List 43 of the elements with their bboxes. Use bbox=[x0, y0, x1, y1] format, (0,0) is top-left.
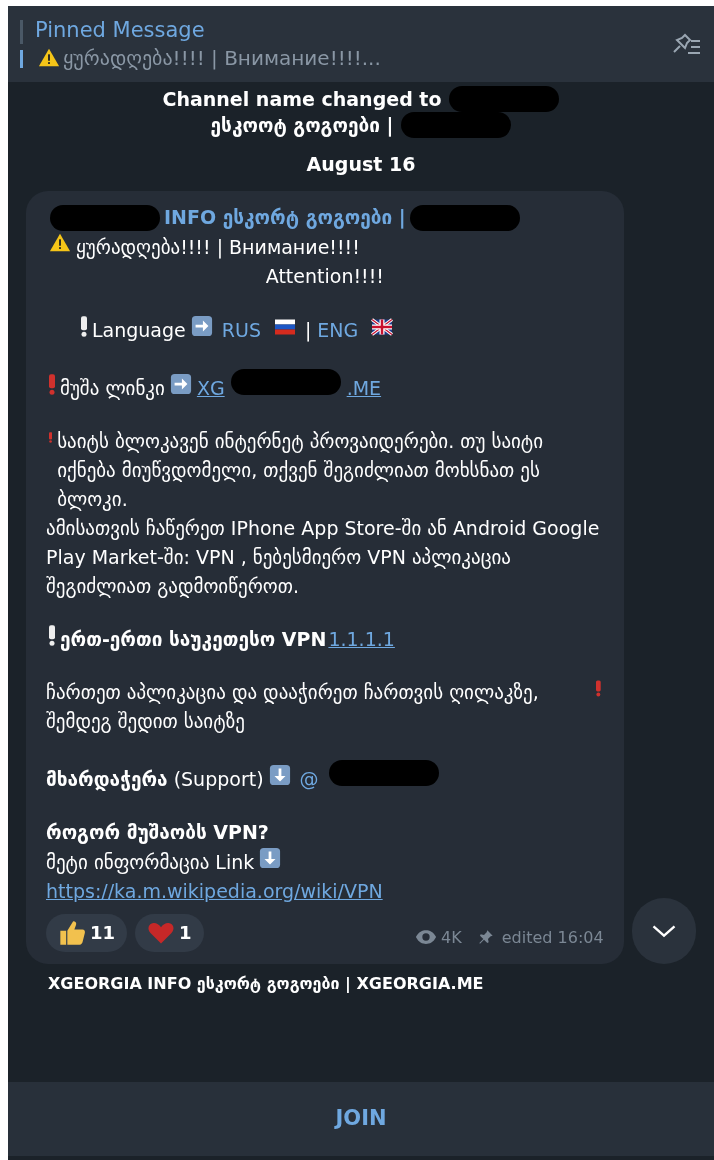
date-label: August 16 bbox=[306, 152, 416, 177]
arrow-right-icon bbox=[190, 314, 213, 337]
message-text: | bbox=[304, 317, 312, 344]
thumbs-up-icon bbox=[58, 918, 86, 947]
arrow-down-icon bbox=[268, 763, 291, 786]
link[interactable]: https://ka.m.wikipedia.org/wiki/VPN bbox=[46, 876, 383, 906]
exclamation-icon bbox=[595, 677, 601, 699]
message-text: მუშა ლინკი bbox=[60, 375, 165, 402]
message-text: საიტს ბლოკავენ ინტერნეტ პროვაიდერები. თუ საიტი იქნება მიუწვდომელი, თქვენ შეგიძლიათ მოხსნათ ეს ბლოკი. bbox=[57, 428, 545, 513]
message-text: როგორ მუშაობს VPN? bbox=[46, 819, 269, 846]
view-count: 4K bbox=[441, 926, 462, 949]
message-text: ყურადღება!!!! | Внимание!!!! bbox=[76, 234, 360, 261]
link[interactable]: .ME bbox=[346, 373, 382, 403]
message-text: Attention!!!! bbox=[265, 263, 384, 289]
exclamation-icon bbox=[49, 373, 55, 395]
pinned-message-bar[interactable]: Pinned Message ყურადღება!!!! | Внимание!!!!... bbox=[8, 6, 714, 82]
message-text: ერთ-ერთი საუკეთესო VPN bbox=[60, 626, 327, 653]
service-message: ესკოოტ გოგოები | bbox=[210, 112, 394, 138]
channel-name: INFO ესკორტ გოგოები | bbox=[164, 205, 406, 228]
message-text: ჩართეთ აპლიკაცია და დააჭირეთ ჩართვის ღილაკზე, შემდეგ შედით საიტზე bbox=[46, 679, 540, 735]
link[interactable]: 1.1.1.1 bbox=[328, 624, 395, 654]
message-preview: XGEORGIA INFO ესკორტ გოგოები | XGEORGIA.ME bbox=[48, 973, 484, 993]
service-message: Channel name changed to bbox=[162, 86, 442, 112]
pinned-title: Pinned Message bbox=[35, 17, 206, 44]
pin-icon bbox=[477, 929, 494, 945]
message-text: ამისათვის ჩაწერეთ IPhone App Store-ში ან Android Google Play Market-ში: VPN , ნებესმიერო VPN აპლიკაცია შეგიძლიათ გადმოიწეროთ. bbox=[46, 515, 601, 600]
message-text: Language bbox=[92, 317, 186, 343]
link[interactable]: @ bbox=[299, 764, 319, 794]
reaction-button[interactable]: 1 bbox=[135, 913, 204, 952]
exclamation-icon bbox=[81, 315, 87, 337]
link[interactable]: XG bbox=[196, 373, 225, 403]
link[interactable]: ENG bbox=[317, 315, 359, 345]
link[interactable]: RUS bbox=[221, 315, 261, 345]
edited-time: edited 16:04 bbox=[501, 926, 604, 949]
exclamation-icon bbox=[49, 624, 55, 646]
message-text: მხარდაჭერა (Support) bbox=[46, 766, 264, 793]
warning-icon bbox=[38, 47, 60, 69]
reaction-button[interactable]: 11 bbox=[46, 913, 128, 952]
arrow-down-icon bbox=[259, 846, 282, 869]
message-text: მეტი ინფორმაცია Link bbox=[46, 849, 255, 876]
pinned-preview: ყურადღება!!!! | Внимание!!!!... bbox=[63, 45, 381, 72]
arrow-right-icon bbox=[169, 372, 192, 395]
join-button[interactable]: JOIN bbox=[8, 1082, 714, 1156]
